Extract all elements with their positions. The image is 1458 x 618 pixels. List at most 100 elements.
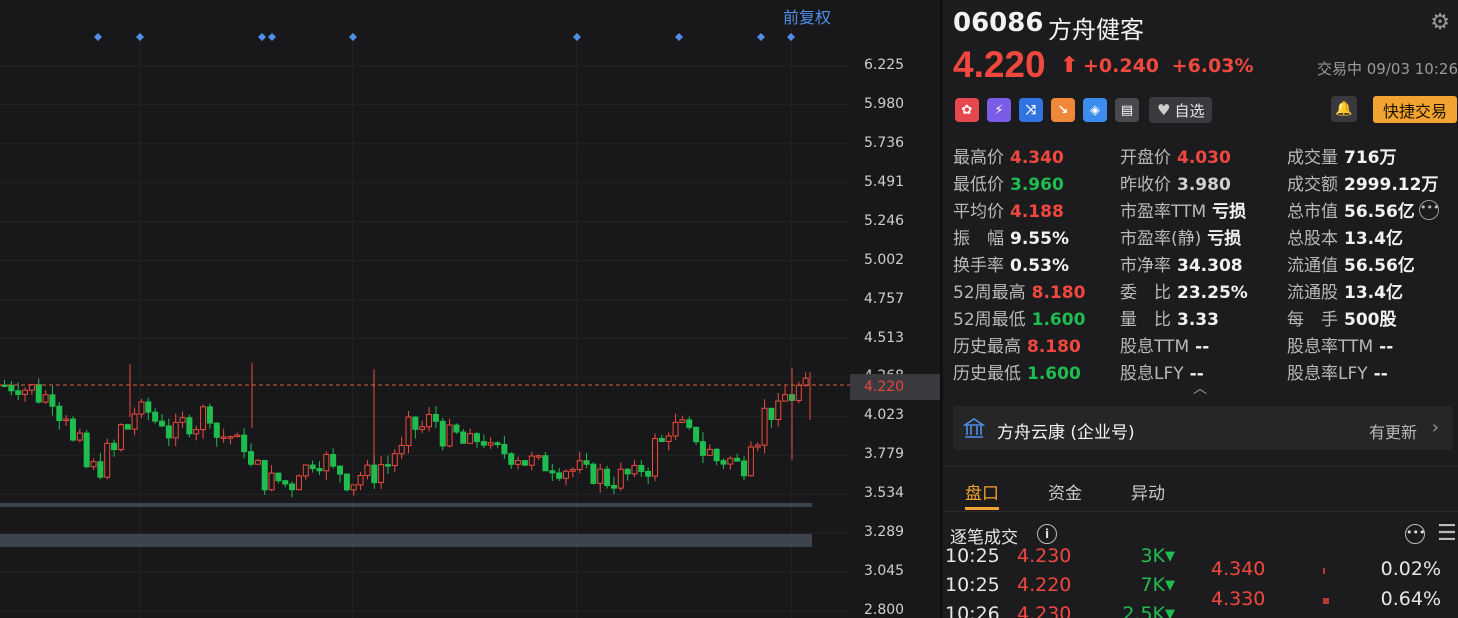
company-account-bar[interactable]: 方舟云康 (企业号) 有更新 › <box>953 406 1453 450</box>
event-marker-icon <box>268 33 276 41</box>
distribution-bar <box>1323 568 1325 574</box>
trade-price: 4.220 <box>1017 574 1072 596</box>
candle-body <box>542 455 549 472</box>
candle-body <box>275 472 282 482</box>
hk-market-icon[interactable]: ✿ <box>955 98 979 122</box>
candle-body <box>432 413 439 422</box>
stat-item: 52周最低 1.600 <box>953 305 1085 330</box>
ticks-more-icon[interactable]: ••• <box>1405 524 1425 544</box>
candle-body <box>439 420 446 447</box>
stat-value: 1.600 <box>1031 310 1086 330</box>
candle-body <box>220 436 227 439</box>
candle-body <box>289 483 296 491</box>
info-icon[interactable]: i <box>1037 524 1057 544</box>
stat-value: 56.56亿 <box>1344 202 1415 222</box>
candle-body <box>549 470 556 474</box>
candle-body <box>747 446 754 477</box>
candle-body <box>295 475 302 491</box>
candle-body <box>419 426 426 430</box>
candle-body <box>508 453 515 465</box>
candle-body <box>631 464 638 475</box>
trade-price: 4.230 <box>1017 603 1072 618</box>
list-icon[interactable]: ☰ <box>1437 521 1457 546</box>
note-icon[interactable]: ▤ <box>1115 98 1139 122</box>
stat-label: 市净率 <box>1120 256 1171 276</box>
stock-code: 06086 <box>953 8 1044 38</box>
kline-svg[interactable] <box>0 0 850 618</box>
collapse-caret-icon[interactable]: ︿ <box>1193 378 1207 398</box>
bell-icon[interactable]: 🔔 <box>1331 96 1357 122</box>
candle-body <box>200 406 207 431</box>
stat-value: 3.980 <box>1177 175 1231 195</box>
candle-body <box>521 460 528 466</box>
candle-body <box>453 424 460 433</box>
candle-body <box>652 438 659 477</box>
stat-label: 最高价 <box>953 148 1004 168</box>
stat-label: 历史最高 <box>953 337 1021 357</box>
trade-time: 10:25 <box>945 574 1000 596</box>
event-marker-icon <box>675 33 683 41</box>
candle-body <box>56 405 63 422</box>
stat-label: 昨收价 <box>1120 175 1171 195</box>
distribution-percent: 0.02% <box>1380 558 1441 580</box>
trend-icon[interactable]: ↘ <box>1051 98 1075 122</box>
chevron-right-icon: › <box>1431 417 1439 438</box>
candle-body <box>152 411 159 422</box>
stat-label: 市盈率(静) <box>1120 229 1202 249</box>
candle-body <box>193 429 200 435</box>
candle-body <box>761 407 768 446</box>
range-bar-2 <box>0 534 812 547</box>
stat-value: -- <box>1195 337 1210 357</box>
sell-arrow-icon: ▼ <box>1165 607 1175 618</box>
gear-icon[interactable]: ⚙ <box>1430 10 1450 35</box>
event-marker-icon <box>757 33 765 41</box>
stat-label: 52周最高 <box>953 283 1026 303</box>
tab-orderbook[interactable]: 盘口 <box>965 479 999 504</box>
candle-body <box>679 419 686 423</box>
candle-body <box>768 407 775 421</box>
stat-item: 股息TTM -- <box>1120 332 1209 357</box>
tab-capital[interactable]: 资金 <box>1048 479 1082 504</box>
stat-item: 总市值 56.56亿 <box>1287 197 1415 222</box>
candle-body <box>460 431 467 444</box>
stat-label: 市盈率TTM <box>1120 202 1207 222</box>
stat-item: 流通股 13.4亿 <box>1287 278 1403 303</box>
candle-body <box>42 394 49 403</box>
stat-value: 1.600 <box>1027 364 1081 384</box>
stat-item: 换手率 0.53% <box>953 251 1069 276</box>
building-icon <box>963 418 985 438</box>
distribution-percent: 0.64% <box>1380 588 1441 610</box>
watchlist-button[interactable]: ♥ 自选 <box>1149 97 1213 123</box>
candle-body <box>254 459 261 465</box>
candle-body <box>145 401 152 413</box>
change-percent: +6.03% <box>1171 55 1254 77</box>
stat-item: 股息率TTM -- <box>1287 332 1393 357</box>
stat-value: 4.188 <box>1010 202 1064 222</box>
candle-body <box>117 424 124 451</box>
candle-body <box>569 469 576 472</box>
candle-body <box>412 416 419 430</box>
stat-value: 亏损 <box>1207 229 1242 249</box>
candle-body <box>63 418 70 422</box>
shuffle-icon[interactable]: ⤨ <box>1019 98 1043 122</box>
tab-movement[interactable]: 异动 <box>1131 479 1165 504</box>
stat-label: 每 手 <box>1287 310 1338 330</box>
stat-item: 历史最高 8.180 <box>953 332 1081 357</box>
price-tick: 6.225 <box>864 57 905 73</box>
candle-body <box>426 413 433 428</box>
candle-body <box>8 384 15 392</box>
more-icon[interactable]: ••• <box>1419 200 1439 220</box>
stat-value: 亏损 <box>1212 202 1247 222</box>
stat-value: 0.53% <box>1010 256 1069 276</box>
event-marker-icon <box>349 33 357 41</box>
candle-body <box>699 441 706 456</box>
candle-body <box>49 394 56 407</box>
lightning-icon[interactable]: ⚡ <box>987 98 1011 122</box>
price-tick: 5.980 <box>864 95 905 112</box>
candle-body <box>528 455 535 466</box>
candle-body <box>179 417 186 423</box>
kline-chart[interactable] <box>0 0 850 618</box>
quick-trade-button[interactable]: 快捷交易 <box>1373 96 1457 123</box>
adjust-mode-button[interactable]: 前复权 <box>783 4 831 28</box>
tag-icon[interactable]: ◈ <box>1083 98 1107 122</box>
